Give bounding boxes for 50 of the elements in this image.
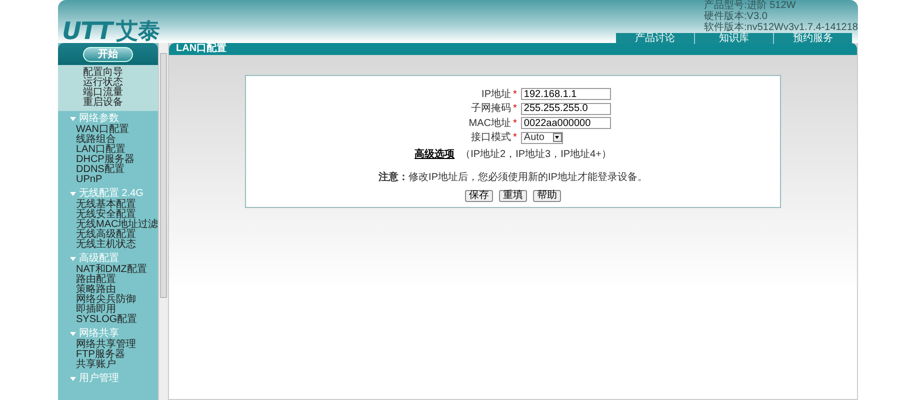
sidebar-item[interactable]: 线路组合 [76, 135, 158, 145]
advanced-hint-text: （IP地址2，IP地址3，IP地址4+） [460, 148, 612, 162]
form-button[interactable]: 帮助 [533, 190, 561, 202]
sidebar-item[interactable]: NAT和DMZ配置 [76, 265, 158, 275]
logo-text: 艾泰 [116, 21, 160, 43]
field-label: MAC地址 [468, 116, 511, 131]
logo-mark: UTT [62, 19, 112, 43]
sidebar-item[interactable]: 端口流量 [83, 88, 158, 98]
sidebar-item[interactable]: WAN口配置 [76, 125, 158, 135]
input-field[interactable]: 255.255.255.0 [520, 102, 611, 115]
sidebar-item[interactable]: 无线安全配置 [76, 210, 158, 220]
scrollbar-thumb[interactable] [160, 53, 167, 298]
sidebar-item[interactable]: 运行状态 [83, 78, 158, 88]
sidebar-item[interactable]: 无线主机状态 [76, 240, 158, 250]
sidebar-item[interactable]: 共享账户 [76, 360, 158, 370]
sidebar-item[interactable]: SYSLOG配置 [76, 315, 158, 325]
sidebar-item[interactable]: 即插即用 [76, 305, 158, 315]
sidebar-item[interactable]: 网络共享管理 [76, 340, 158, 350]
form-button[interactable]: 重填 [499, 190, 527, 202]
required-mark: * [513, 88, 517, 102]
sidebar-item[interactable]: FTP服务器 [76, 350, 158, 360]
note-text: 注意：修改IP地址后，您必须使用新的IP地址才能登录设备。 [378, 170, 648, 185]
field-label: IP地址 [480, 88, 511, 102]
input-field[interactable]: 0022aa000000 [520, 117, 611, 130]
panel-title: LAN口配置 [169, 43, 857, 55]
required-mark: * [513, 131, 517, 146]
interface-mode-select[interactable]: Auto [520, 132, 563, 144]
nav-link[interactable]: 预约服务 [774, 33, 852, 44]
sidebar-item[interactable]: 网络尖兵防御 [76, 295, 158, 305]
sidebar-item[interactable]: UPnP [76, 175, 158, 185]
form-button[interactable]: 保存 [465, 190, 493, 202]
input-field[interactable]: 192.168.1.1 [520, 88, 611, 100]
sidebar-item[interactable]: DHCP服务器 [76, 155, 158, 165]
field-label: 子网掩码 [470, 102, 511, 116]
required-mark: * [513, 116, 517, 131]
sidebar-item[interactable]: 配置向导 [83, 68, 158, 78]
sidebar-item[interactable]: 路由配置 [76, 275, 158, 285]
field-label: 接口模式 [470, 130, 511, 146]
sidebar-item[interactable]: 重启设备 [83, 98, 158, 108]
device-info-text: 硬件版本:V3.0 [704, 12, 768, 22]
sidebar-item[interactable]: 无线高级配置 [76, 230, 158, 240]
sidebar-item[interactable]: DDNS配置 [76, 165, 158, 175]
advanced-options-link[interactable]: 高级选项 [414, 146, 455, 162]
sidebar-item[interactable]: LAN口配置 [76, 145, 158, 155]
sidebar-item[interactable]: 策略路由 [76, 285, 158, 295]
sidebar-item[interactable]: 无线MAC地址过滤 [76, 220, 158, 230]
scrollbar[interactable] [158, 43, 168, 400]
required-mark: * [513, 102, 517, 116]
device-info-text: 软件版本:nv512Wv3v1.7.4-141218 [704, 23, 858, 33]
sidebar-item[interactable]: 无线基本配置 [76, 200, 158, 210]
